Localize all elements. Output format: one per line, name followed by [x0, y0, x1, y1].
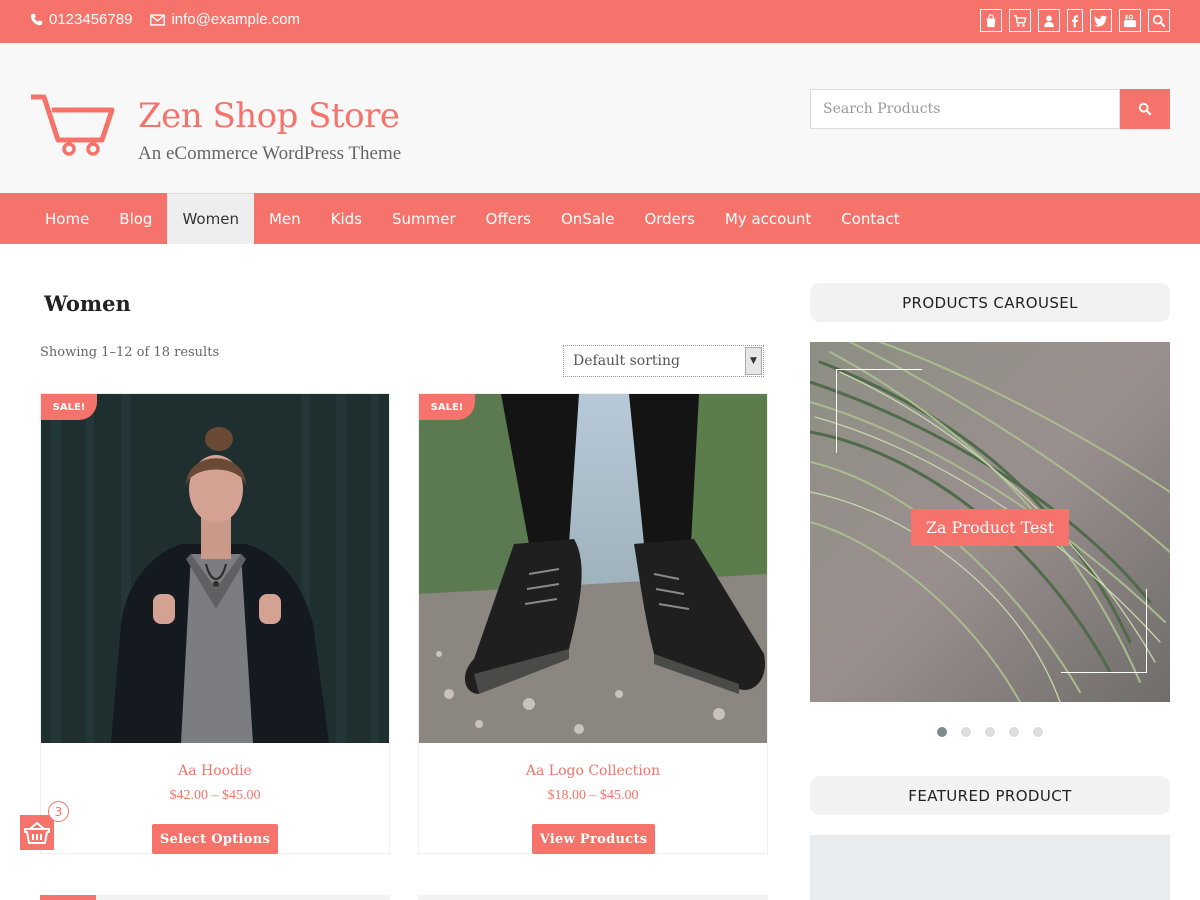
search-input[interactable]: [810, 89, 1120, 129]
carousel-dot[interactable]: [937, 727, 947, 737]
phone-icon: [30, 13, 43, 26]
frame-corner: [1061, 589, 1147, 673]
product-price: $42.00 – $45.00: [169, 788, 261, 803]
carousel-dots: [937, 727, 1043, 737]
floating-cart-button[interactable]: [20, 815, 54, 850]
sale-badge: [40, 895, 96, 900]
brand-name: Zen Shop Store: [138, 96, 400, 136]
chevron-down-icon[interactable]: ▼: [745, 347, 762, 375]
frame-corner: [836, 369, 922, 453]
page-title: Women: [44, 291, 131, 316]
product-card: [418, 895, 768, 900]
nav-item-home[interactable]: Home: [30, 193, 104, 244]
view-products-button[interactable]: View Products: [532, 824, 655, 854]
product-search: [810, 89, 1170, 129]
select-options-button[interactable]: Select Options: [152, 824, 278, 854]
sale-badge: SALE!: [419, 394, 475, 420]
nav-item-contact[interactable]: Contact: [826, 193, 914, 244]
nav-item-my-account[interactable]: My account: [710, 193, 826, 244]
twitter-icon[interactable]: [1090, 9, 1112, 32]
carousel-product-label[interactable]: Za Product Test: [911, 509, 1069, 546]
carousel-widget-title: PRODUCTS CAROUSEL: [810, 283, 1170, 322]
carousel-dot[interactable]: [961, 727, 971, 737]
products-carousel[interactable]: Za Product Test: [810, 342, 1170, 702]
top-bar: 0123456789 info@example.com: [0, 0, 1200, 43]
contact-info: 0123456789 info@example.com: [30, 11, 300, 28]
cart-count-badge: 3: [48, 801, 69, 822]
carousel-dot[interactable]: [985, 727, 995, 737]
nav-item-orders[interactable]: Orders: [629, 193, 709, 244]
carousel-dot[interactable]: [1009, 727, 1019, 737]
facebook-icon[interactable]: [1067, 9, 1083, 32]
nav-item-women[interactable]: Women: [167, 193, 254, 244]
email-contact[interactable]: info@example.com: [150, 11, 300, 28]
sale-badge: SALE!: [41, 394, 97, 420]
nav-item-onsale[interactable]: OnSale: [546, 193, 629, 244]
featured-widget-title: FEATURED PRODUCT: [810, 776, 1170, 815]
sort-selected-value: Default sorting: [573, 353, 680, 369]
main-navigation: Home Blog Women Men Kids Summer Offers O…: [0, 193, 1200, 244]
product-card: SALE! Aa Hoodie $42.00 – $45.00 Select O…: [40, 393, 390, 854]
nav-item-kids[interactable]: Kids: [316, 193, 377, 244]
search-icon: [1138, 102, 1152, 116]
nav-item-offers[interactable]: Offers: [471, 193, 546, 244]
search-icon[interactable]: [1148, 9, 1170, 32]
product-name[interactable]: Aa Hoodie: [41, 763, 389, 779]
product-image[interactable]: [41, 394, 389, 743]
product-image[interactable]: [419, 394, 767, 743]
product-card: SALE! Aa Logo Collection $18.00 – $45.00…: [418, 393, 768, 854]
product-name[interactable]: Aa Logo Collection: [419, 763, 767, 779]
nav-item-blog[interactable]: Blog: [104, 193, 167, 244]
product-price: $18.00 – $45.00: [547, 788, 639, 803]
phone-number: 0123456789: [49, 11, 133, 28]
basket-icon: [24, 821, 50, 844]
user-icon[interactable]: [1038, 9, 1060, 32]
result-count: Showing 1–12 of 18 results: [40, 345, 220, 360]
envelope-icon: [150, 13, 166, 26]
nav-item-men[interactable]: Men: [254, 193, 316, 244]
phone-contact[interactable]: 0123456789: [30, 11, 132, 28]
shopping-bag-icon[interactable]: [980, 9, 1002, 32]
search-button[interactable]: [1120, 89, 1170, 129]
sort-select[interactable]: Default sorting ▼: [563, 345, 764, 377]
social-icons: [980, 9, 1170, 32]
featured-product-area: [810, 835, 1170, 900]
shopping-cart-logo-icon: [31, 94, 115, 156]
email-address: info@example.com: [171, 11, 301, 28]
youtube-icon[interactable]: [1119, 9, 1141, 32]
product-card: [40, 895, 390, 900]
carousel-dot[interactable]: [1033, 727, 1043, 737]
nav-item-summer[interactable]: Summer: [377, 193, 471, 244]
cart-icon[interactable]: [1009, 9, 1031, 32]
brand-tagline: An eCommerce WordPress Theme: [138, 143, 402, 164]
